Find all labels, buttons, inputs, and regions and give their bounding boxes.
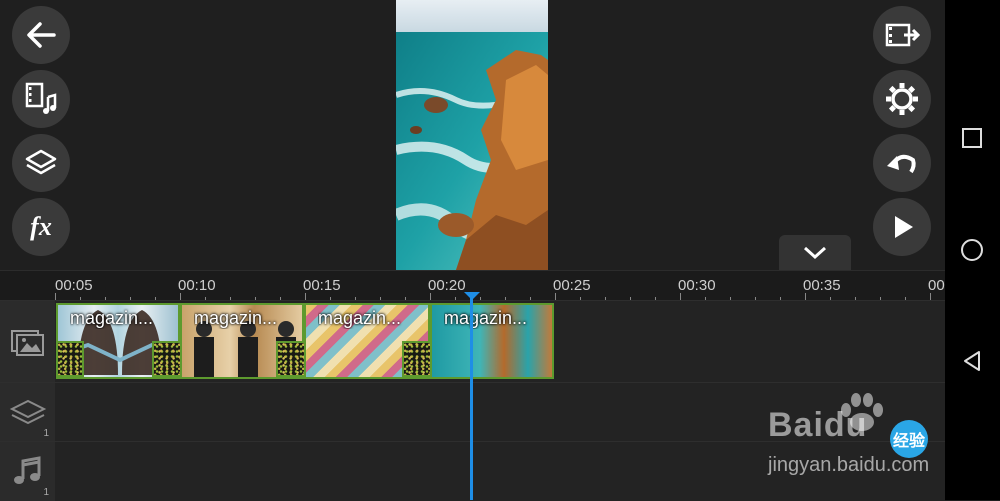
video-track-header[interactable] [0, 301, 55, 383]
system-back-button[interactable] [957, 346, 987, 376]
gear-icon [886, 83, 918, 115]
circle-icon [961, 239, 983, 261]
film-export-icon [885, 23, 921, 47]
square-icon [962, 128, 982, 148]
ruler-label: 00:15 [303, 277, 341, 294]
chevron-down-icon [803, 246, 827, 259]
video-preview[interactable] [396, 0, 548, 270]
recents-button[interactable] [957, 123, 987, 153]
layers-icon [9, 399, 46, 424]
ruler-label: 00:35 [803, 277, 841, 294]
home-button[interactable] [957, 235, 987, 265]
image-icon [10, 330, 44, 356]
video-clip[interactable]: magazin... [430, 303, 554, 379]
ruler-label: 00:25 [553, 277, 591, 294]
film-music-icon [25, 82, 57, 114]
transition-thumbnail[interactable] [56, 341, 84, 377]
layer-track-header[interactable]: 1 [0, 383, 55, 442]
layers-button[interactable] [12, 134, 70, 192]
undo-icon [887, 154, 916, 174]
play-button[interactable] [873, 198, 931, 256]
audio-count: 1 [43, 487, 49, 498]
audio-track-header[interactable]: 1 [0, 442, 55, 501]
playhead[interactable] [470, 292, 473, 500]
settings-button[interactable] [873, 70, 931, 128]
export-button[interactable] [873, 6, 931, 64]
collapse-timeline-button[interactable] [779, 235, 851, 270]
effects-button[interactable]: fx [12, 198, 70, 256]
media-library-button[interactable] [12, 70, 70, 128]
editor-app: fx 00:05 00:10 00:15 00:20 00:25 00:30 0… [0, 0, 945, 501]
ruler-label: 00:20 [428, 277, 466, 294]
clip-label: magazin... [444, 308, 528, 328]
clip-label: magazin... [70, 308, 154, 328]
ruler-label: 00 [928, 277, 945, 294]
play-icon [895, 216, 913, 238]
preview-image [396, 0, 548, 270]
layers-icon [25, 149, 57, 175]
arrow-left-icon [27, 22, 56, 48]
back-button[interactable] [12, 6, 70, 64]
ruler-label: 00:05 [55, 277, 93, 294]
undo-button[interactable] [873, 134, 931, 192]
triangle-back-icon [964, 351, 980, 371]
layer-count: 1 [43, 428, 49, 439]
ruler-label: 00:10 [178, 277, 216, 294]
fx-icon: fx [30, 212, 52, 241]
clip-label: magazin... [318, 308, 402, 328]
clip-label: magazin... [194, 308, 278, 328]
music-note-icon [13, 455, 40, 484]
ruler-label: 00:30 [678, 277, 716, 294]
system-nav-bar [945, 0, 1000, 500]
